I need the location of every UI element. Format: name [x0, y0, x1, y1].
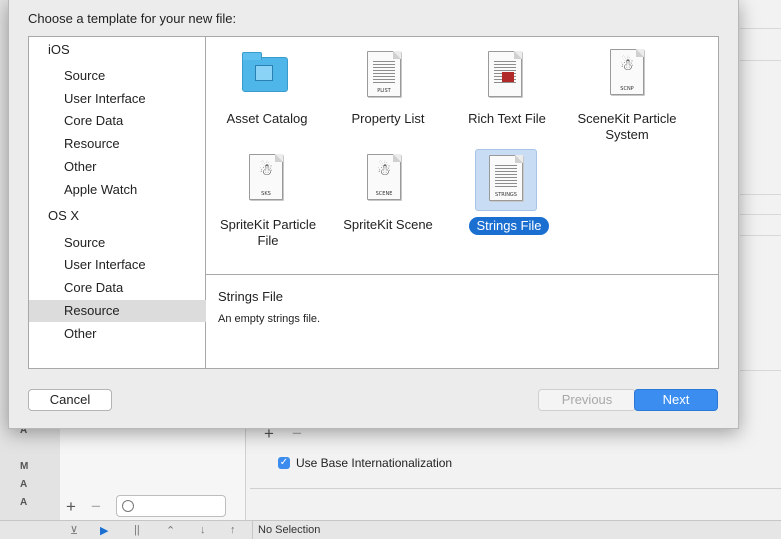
checkbox-checked-icon[interactable]: ✓ — [278, 457, 290, 469]
debug-bar: ⊻ ▶ || ⌃ ↓ ↑ No Selection — [0, 520, 781, 539]
filter-icon — [122, 500, 134, 512]
template-label: Property List — [351, 111, 425, 126]
template-property-list[interactable]: PLIST Property List — [333, 51, 443, 131]
rail-letter: M — [20, 461, 29, 472]
scene-document-icon: ☃ SCENE — [367, 154, 401, 200]
background-divider — [740, 235, 781, 236]
background-divider — [250, 488, 781, 489]
scnp-document-icon: ☃ SCNP — [610, 49, 644, 95]
status-text: No Selection — [258, 524, 321, 536]
template-strings-file[interactable]: STRINGS Strings File — [461, 149, 557, 235]
template-rich-text-file[interactable]: Rich Text File — [452, 51, 562, 131]
template-spritekit-particle-file[interactable]: ☃ SKS SpriteKit Particle File — [213, 154, 323, 248]
next-button[interactable]: Next — [634, 389, 718, 411]
sks-document-icon: ☃ SKS — [249, 154, 283, 200]
background-divider — [740, 28, 781, 29]
sheet-title: Choose a template for your new file: — [28, 11, 237, 26]
add-icon[interactable]: + — [66, 497, 76, 517]
folder-icon — [242, 52, 288, 92]
template-spritekit-scene[interactable]: ☃ SCENE SpriteKit Scene — [333, 154, 443, 237]
category-list: iOS Source User Interface Core Data Reso… — [29, 37, 240, 368]
description-title: Strings File — [218, 289, 284, 304]
rtf-document-icon — [488, 51, 522, 97]
hide-panel-icon[interactable]: ⊻ — [70, 524, 78, 537]
template-chooser: iOS Source User Interface Core Data Reso… — [28, 36, 719, 369]
use-base-internationalization-row[interactable]: ✓ Use Base Internationalization — [278, 456, 452, 470]
cancel-button[interactable]: Cancel — [28, 389, 112, 411]
background-divider — [740, 214, 781, 215]
breakpoints-icon[interactable]: ▶ — [100, 524, 108, 537]
plist-document-icon: PLIST — [367, 51, 401, 97]
template-asset-catalog[interactable]: Asset Catalog — [212, 51, 322, 131]
rail-letter: A — [20, 479, 28, 490]
template-grid: Asset Catalog PLIST Property List Rich T… — [206, 37, 718, 275]
template-label: Asset Catalog — [226, 111, 308, 126]
filter-field[interactable] — [116, 495, 226, 517]
step-in-icon[interactable]: ↓ — [200, 524, 206, 536]
pause-icon[interactable]: || — [134, 524, 140, 536]
template-label: Rich Text File — [468, 111, 546, 126]
template-label: SpriteKit Particle File — [219, 217, 317, 248]
rail-letter: A — [20, 497, 28, 508]
description-text: An empty strings file. — [218, 313, 321, 325]
category-ios[interactable]: iOS — [29, 39, 224, 61]
background-divider — [740, 194, 781, 195]
remove-icon[interactable]: − — [91, 497, 101, 517]
use-base-internationalization-label: Use Base Internationalization — [296, 456, 453, 470]
background-divider — [740, 370, 781, 371]
template-label: SceneKit Particle System — [577, 111, 677, 142]
new-file-sheet: Choose a template for your new file: iOS… — [8, 0, 739, 429]
previous-button[interactable]: Previous — [538, 389, 636, 411]
category-osx[interactable]: OS X — [29, 205, 224, 227]
template-description: Strings File An empty strings file. — [206, 275, 718, 368]
step-out-icon[interactable]: ↑ — [230, 524, 236, 536]
template-scenekit-particle-system[interactable]: ☃ SCNP SceneKit Particle System — [572, 49, 682, 142]
template-label-selected: Strings File — [469, 217, 549, 235]
background-divider — [740, 60, 781, 61]
bar-divider — [252, 521, 253, 539]
step-over-icon[interactable]: ⌃ — [166, 524, 175, 537]
template-label: SpriteKit Scene — [343, 217, 433, 232]
strings-document-icon: STRINGS — [489, 155, 523, 201]
